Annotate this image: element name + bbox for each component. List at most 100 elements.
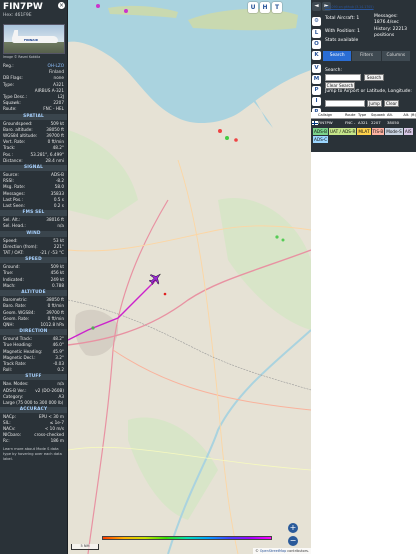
- table-header-cell[interactable]: Squawk: [371, 112, 387, 118]
- search-label: Search:: [325, 68, 342, 73]
- accuracy-list: NACp: EPU < 30 m SIL: ≤ 1e-7 NACv: < 10 m/s NI…: [0, 414, 67, 445]
- section-signal: SIGNAL: [0, 165, 67, 172]
- info-value: 0.788: [52, 282, 64, 288]
- total-aircraft: Total Aircraft: 1: [325, 16, 360, 21]
- jump-button[interactable]: Jump: [367, 100, 382, 107]
- aircraft-header: FIN7PW Hex: 461F9E ×: [0, 0, 67, 20]
- info-key[interactable]: Last Seen:: [3, 203, 25, 209]
- search-input[interactable]: [325, 74, 361, 81]
- info-row: Mach: 0.788: [0, 283, 67, 289]
- source-link[interactable]: tar1090 on github (3.14.1705): [325, 5, 414, 9]
- settings-icon[interactable]: ⚙: [312, 17, 321, 26]
- info-row: QNH: 1012.8 hPa: [0, 322, 67, 328]
- source-chip-ads-c: ADS-C: [313, 136, 329, 143]
- tab-columns[interactable]: Columns: [381, 51, 410, 61]
- category-description: Large (75 000 to 300 000 lb): [3, 399, 64, 405]
- land-green-2: [218, 198, 311, 330]
- stats-available[interactable]: Stats available: [325, 38, 358, 43]
- info-row: Last Seen: 0.2 s: [0, 203, 67, 209]
- table-header-cell[interactable]: Route: [345, 112, 358, 118]
- attribution-link[interactable]: OpenStreetMap: [260, 549, 287, 553]
- layer-k-button[interactable]: K: [312, 51, 321, 60]
- layer-p-button[interactable]: P: [312, 86, 321, 95]
- detail-key: Route:: [3, 106, 17, 112]
- collapse-left-icon[interactable]: ◄: [312, 2, 321, 11]
- clear-search-button[interactable]: Clear Search: [325, 82, 355, 89]
- sections-list: SPATIAL Groundspeed: 509 kt Baro. altitude:…: [0, 113, 67, 400]
- altitude-color-legend: [102, 536, 272, 540]
- map-control-h[interactable]: H: [260, 2, 270, 13]
- aircraft-photo[interactable]: FINNAIR: [3, 24, 65, 54]
- info-key[interactable]: Distance:: [3, 158, 23, 164]
- map-control-t[interactable]: T: [272, 2, 282, 13]
- table-header-cell[interactable]: Callsign: [318, 112, 345, 118]
- marker-dot-5: [275, 235, 279, 239]
- marker-dot-9: [91, 326, 95, 330]
- jump-input[interactable]: [325, 100, 365, 107]
- source-legend: ADS-B UAT / ADS-R MLAT TIS-B Mode-S AIS ADS-C: [313, 128, 415, 144]
- info-row: Sel. Head.: n/a: [0, 223, 67, 229]
- layer-i-button[interactable]: I: [312, 97, 321, 106]
- map-view[interactable]: U H T + − 5 NM © OpenStreetMap contribut…: [68, 0, 311, 554]
- table-header-cell[interactable]: Alt. (ft): [403, 112, 416, 118]
- finland-flag-icon: [312, 121, 318, 125]
- info-row: Roll: 0.2: [0, 367, 67, 373]
- marker-dot-7: [96, 4, 100, 8]
- hex-label: Hex: 461F9E: [3, 13, 32, 18]
- marker-dot-6: [281, 238, 285, 242]
- detail-key: Type:: [3, 81, 15, 87]
- map-control-u[interactable]: U: [248, 2, 258, 13]
- info-key[interactable]: QNH:: [3, 322, 14, 328]
- table-header: Callsign Route Type Squawk Alt. Alt. (ft): [311, 112, 416, 119]
- clear-button[interactable]: Clear: [384, 100, 399, 107]
- info-value: n/a: [57, 223, 64, 229]
- detail-key: Reg.:: [3, 63, 14, 68]
- source-chip-uat-ads-r: UAT / ADS-R: [328, 128, 357, 135]
- marker-dot-4: [234, 138, 238, 142]
- section-speed: SPEED: [0, 257, 67, 264]
- layer-m-button[interactable]: M: [312, 75, 321, 84]
- map-scale: 5 NM: [71, 544, 99, 550]
- footnote-text: Learn more about Mode S data type by hov…: [3, 446, 62, 461]
- source-chip-mode-s: Mode-S: [385, 128, 403, 135]
- callsign-title: FIN7PW: [3, 2, 43, 12]
- marker-dot-8: [124, 9, 128, 13]
- layer-l-button[interactable]: L: [312, 29, 321, 38]
- history-label: History: 22213: [374, 27, 407, 32]
- info-key[interactable]: Roll:: [3, 367, 12, 373]
- map-attribution: © OpenStreetMap contributors.: [253, 548, 311, 554]
- accuracy-value: 186 m: [50, 438, 64, 444]
- search-button[interactable]: Search: [364, 74, 384, 81]
- trunk-road: [112, 349, 311, 411]
- table-header-cell[interactable]: Type: [358, 112, 371, 118]
- motorway-2: [87, 199, 169, 554]
- info-key[interactable]: Mach:: [3, 283, 16, 289]
- detail-row: Route: FNC - HEL: [0, 106, 67, 112]
- sidebar-tabs: Search Filters Columns: [323, 51, 411, 61]
- table-header-cell[interactable]: [311, 112, 318, 118]
- zoom-in-button[interactable]: +: [288, 523, 298, 533]
- right-sidebar: ◄►⚙LOKVMPIR tar1090 on github (3.14.1705…: [311, 0, 416, 554]
- close-icon[interactable]: ×: [58, 2, 65, 9]
- table-header-cell[interactable]: Alt.: [387, 112, 403, 118]
- aircraft-info-panel: FIN7PW Hex: 461F9E × FINNAIR Image © Ras…: [0, 0, 68, 554]
- land-green: [68, 130, 138, 220]
- zoom-out-button[interactable]: −: [288, 536, 298, 546]
- tab-search[interactable]: Search: [323, 51, 352, 61]
- info-row: TAT / OAT: -21 / -53 °C: [0, 250, 67, 256]
- attribution-suffix: contributors.: [286, 549, 309, 553]
- map-canvas[interactable]: [68, 0, 311, 554]
- marker-dot-2: [218, 129, 222, 133]
- section-fms-sel: FMS SEL: [0, 210, 67, 217]
- info-key[interactable]: Sel. Head.:: [3, 223, 26, 229]
- accuracy-key[interactable]: Rc:: [3, 438, 10, 444]
- layer-v-button[interactable]: V: [312, 64, 321, 73]
- info-key[interactable]: TAT / OAT:: [3, 250, 24, 256]
- info-value: 0.2: [57, 367, 64, 373]
- tab-filters[interactable]: Filters: [352, 51, 381, 61]
- info-value: 28.4 nmi: [45, 157, 64, 163]
- layer-o-button[interactable]: O: [312, 40, 321, 49]
- photo-livery: FINNAIR: [24, 38, 38, 42]
- section-stuff: STUFF: [0, 374, 67, 381]
- history-value: positions: [374, 33, 395, 38]
